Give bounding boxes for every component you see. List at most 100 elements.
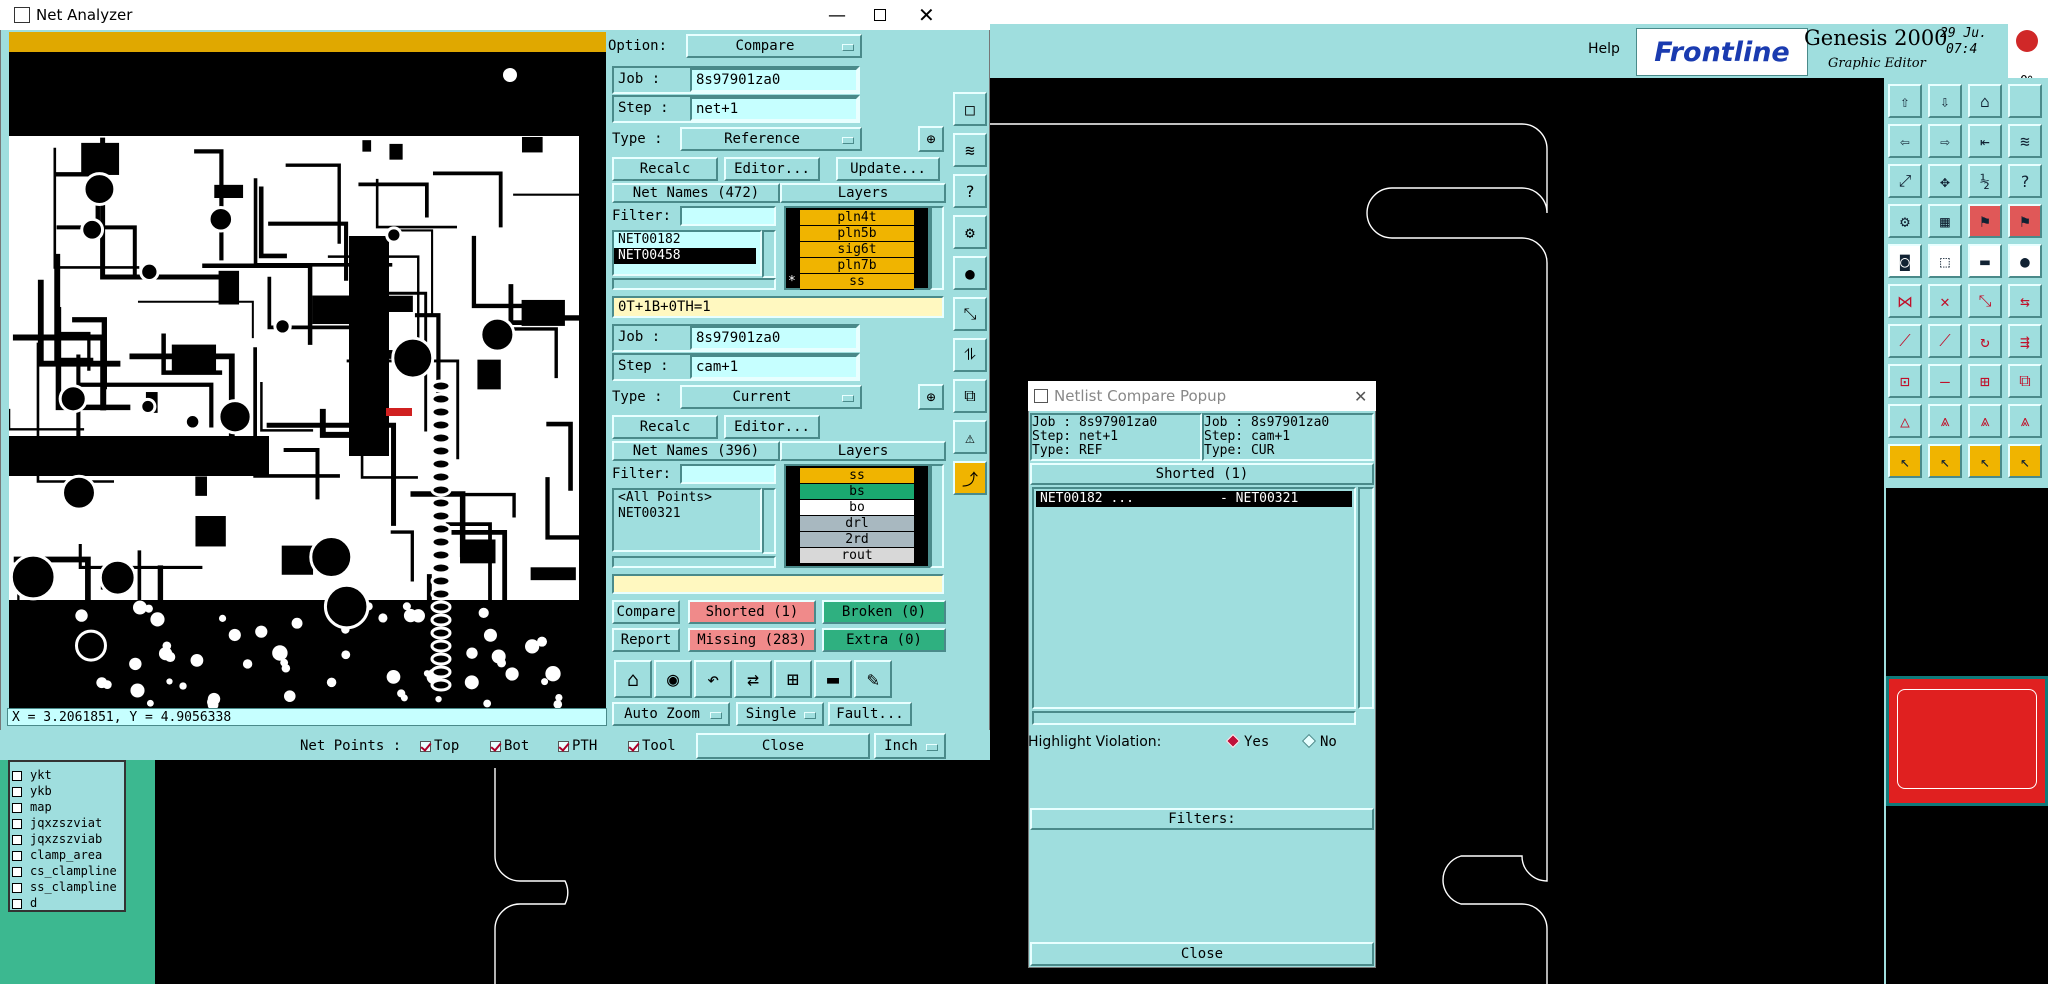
- editor-tool-button[interactable]: ◙: [1888, 244, 1922, 278]
- ref-net-hscroll[interactable]: [612, 278, 776, 290]
- cur-layer-item[interactable]: drl: [800, 516, 914, 532]
- ref-layer-item[interactable]: pln7b: [800, 258, 914, 274]
- editor-tool-button[interactable]: ✕: [1928, 284, 1962, 318]
- short-item[interactable]: NET00182 ... - NET00321: [1036, 491, 1352, 507]
- missing-button[interactable]: Missing (283): [688, 628, 816, 652]
- undo-button[interactable]: ↶: [694, 660, 732, 698]
- cur-layer-item[interactable]: ss: [800, 468, 914, 484]
- editor-tool-button[interactable]: ⟋: [1888, 324, 1922, 358]
- ref-job-field[interactable]: 8s97901za0: [690, 68, 858, 92]
- layer-checkbox[interactable]: [12, 802, 22, 813]
- layer-checkbox[interactable]: [12, 770, 22, 781]
- layer-checkbox[interactable]: [12, 786, 22, 797]
- layer-row[interactable]: map: [8, 799, 126, 815]
- cur-net-scrollbar[interactable]: [762, 488, 776, 554]
- broken-button[interactable]: Broken (0): [822, 600, 946, 624]
- extra-button[interactable]: Extra (0): [822, 628, 946, 652]
- auto-zoom-select[interactable]: Auto Zoom: [612, 702, 730, 726]
- editor-tool-button[interactable]: ⬚: [1928, 244, 1962, 278]
- cur-zoom-button[interactable]: ⊕: [918, 384, 944, 410]
- ref-filter-field[interactable]: [680, 206, 776, 226]
- editor-tool-button[interactable]: ⊞: [1968, 364, 2002, 398]
- fault-button[interactable]: Fault...: [828, 702, 912, 726]
- cur-editor-button[interactable]: Editor...: [724, 415, 820, 439]
- cur-layer-item[interactable]: bo: [800, 500, 914, 516]
- editor-tool-button[interactable]: ↖: [2008, 444, 2042, 478]
- editor-tool-button[interactable]: ⇶: [2008, 324, 2042, 358]
- editor-tool-button[interactable]: ?: [2008, 164, 2042, 198]
- ref-layer-list[interactable]: pln4t pln5b sig6t pln7b ss *: [784, 206, 930, 290]
- cur-filter-field[interactable]: [680, 464, 776, 484]
- help-menu[interactable]: Help: [1588, 41, 1620, 57]
- popup-close-button[interactable]: Close: [1030, 942, 1374, 966]
- editor-tool-button[interactable]: ⊡: [1888, 364, 1922, 398]
- editor-tool-button[interactable]: ▬: [1968, 244, 2002, 278]
- editor-tool-button[interactable]: ↻: [1968, 324, 2002, 358]
- target-button[interactable]: ◉: [654, 660, 692, 698]
- popup-list-hscroll[interactable]: [1032, 711, 1356, 725]
- tool-checkbox[interactable]: Tool: [628, 738, 676, 754]
- editor-tool-button[interactable]: ½: [1968, 164, 2002, 198]
- layer-row[interactable]: jqxzszviab: [8, 831, 126, 847]
- grid-button[interactable]: ⊞: [774, 660, 812, 698]
- editor-tool-button[interactable]: ≋: [2008, 124, 2042, 158]
- editor-tool-button[interactable]: ⌂: [1968, 84, 2002, 118]
- cur-type-select[interactable]: Current: [680, 385, 862, 409]
- mini-tool-button[interactable]: ≋: [953, 133, 987, 167]
- ref-layer-item[interactable]: ss *: [788, 274, 914, 290]
- top-checkbox[interactable]: Top: [420, 738, 459, 754]
- layer-checkbox[interactable]: [12, 818, 22, 829]
- cur-layer-item[interactable]: rout: [800, 548, 914, 564]
- close-button[interactable]: Close: [696, 733, 870, 759]
- ref-step-field[interactable]: net+1: [690, 97, 858, 121]
- mini-tool-button[interactable]: ⤴: [953, 461, 987, 495]
- ref-net-item[interactable]: NET00458: [614, 248, 756, 264]
- mini-tool-button[interactable]: ⤡: [953, 297, 987, 331]
- layer-row[interactable]: ykb: [8, 783, 126, 799]
- close-icon[interactable]: ✕: [918, 3, 935, 27]
- editor-tool-button[interactable]: △: [1888, 404, 1922, 438]
- layer-checkbox[interactable]: [12, 882, 22, 893]
- mini-tool-button[interactable]: ⚠: [953, 420, 987, 454]
- ref-net-scrollbar[interactable]: [762, 230, 776, 278]
- cur-net-item[interactable]: NET00321: [614, 506, 760, 522]
- layer-checkbox[interactable]: [12, 898, 22, 909]
- single-select[interactable]: Single: [736, 702, 824, 726]
- layer-row[interactable]: d: [8, 895, 126, 911]
- mini-tool-button[interactable]: ⚙: [953, 215, 987, 249]
- route-button[interactable]: ⇄: [734, 660, 772, 698]
- editor-tool-button[interactable]: ●: [2008, 244, 2042, 278]
- layer-checkbox[interactable]: [12, 866, 22, 877]
- layer-row[interactable]: jqxzszviat: [8, 815, 126, 831]
- wrench-button[interactable]: ✎: [854, 660, 892, 698]
- ref-layer-scrollbar[interactable]: [930, 206, 944, 290]
- editor-tool-button[interactable]: ⚙: [1888, 204, 1922, 238]
- units-select[interactable]: Inch: [874, 733, 946, 759]
- mini-tool-button[interactable]: □: [953, 92, 987, 126]
- mini-tool-button[interactable]: ⧉: [953, 379, 987, 413]
- ref-layer-item[interactable]: pln4t: [800, 210, 914, 226]
- stop-icon[interactable]: [2016, 30, 2038, 52]
- cur-layer-item[interactable]: 2rd: [800, 532, 914, 548]
- bot-checkbox[interactable]: Bot: [490, 738, 529, 754]
- mini-tool-button[interactable]: ●: [953, 256, 987, 290]
- editor-tool-button[interactable]: ⚑: [1968, 204, 2002, 238]
- cur-layer-list[interactable]: ss bs bo drl 2rd rout: [784, 464, 930, 568]
- compare-button[interactable]: Compare: [612, 600, 680, 624]
- editor-tool-button[interactable]: ▦: [1928, 204, 1962, 238]
- option-select[interactable]: Compare: [686, 34, 862, 58]
- editor-tool-button[interactable]: ✥: [1928, 164, 1962, 198]
- layer-row[interactable]: clamp_area: [8, 847, 126, 863]
- editor-tool-button[interactable]: —: [1928, 364, 1962, 398]
- popup-short-list[interactable]: NET00182 ... - NET00321: [1032, 487, 1356, 709]
- editor-tool-button[interactable]: ⤢: [1888, 164, 1922, 198]
- mini-tool-button[interactable]: ⥮: [953, 338, 987, 372]
- editor-tool-button[interactable]: [2008, 84, 2042, 118]
- ref-recalc-button[interactable]: Recalc: [612, 157, 718, 181]
- ref-layer-item[interactable]: sig6t: [800, 242, 914, 258]
- editor-tool-button[interactable]: ⇆: [2008, 284, 2042, 318]
- cur-net-list[interactable]: <All Points> NET00321: [612, 488, 762, 552]
- editor-tool-button[interactable]: ⤡: [1968, 284, 2002, 318]
- editor-tool-button[interactable]: ⇧: [1888, 84, 1922, 118]
- home-button[interactable]: ⌂: [614, 660, 652, 698]
